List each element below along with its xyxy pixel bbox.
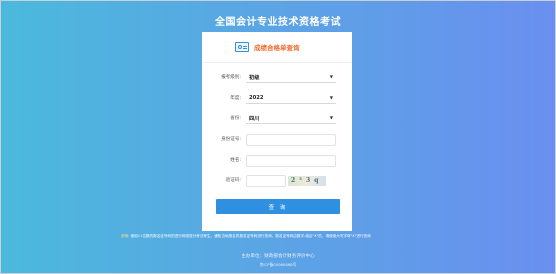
name-input[interactable] bbox=[246, 155, 336, 167]
footer-icp: 京ICP备05060868号 bbox=[259, 262, 297, 267]
notice-text: 使用11位数的报名证号码的进行网络查分考试考生，通知当地报名的报名证号码进行查询… bbox=[130, 234, 371, 238]
year-select[interactable]: 2022 ▼ bbox=[246, 93, 336, 104]
chevron-down-icon: ▼ bbox=[329, 115, 333, 120]
card-header: 成绩合格单查询 bbox=[202, 32, 352, 63]
chevron-down-icon: ▼ bbox=[329, 74, 333, 79]
notice: 说明: 使用11位数的报名证号码的进行网络查分考试考生，通知当地报名的报名证号码… bbox=[121, 234, 371, 239]
level-label: 报考级别: bbox=[221, 75, 241, 80]
page-title: 全国会计专业技术资格考试 bbox=[215, 17, 341, 28]
year-row: 年度: 2022 ▼ bbox=[202, 93, 352, 105]
id-card-icon bbox=[235, 42, 249, 52]
province-select[interactable]: 四川 ▼ bbox=[246, 113, 336, 124]
captcha-row: 验证码: 2 ⁵ 3 q bbox=[202, 175, 352, 187]
notice-label: 说明: bbox=[121, 234, 130, 238]
chevron-down-icon: ▼ bbox=[329, 95, 333, 100]
province-value: 四川 bbox=[249, 116, 260, 122]
level-select[interactable]: 初级 ▼ bbox=[246, 72, 336, 83]
footer-org: 主办单位：财政部会计财务评价中心 bbox=[241, 254, 315, 259]
level-row: 报考级别: 初级 ▼ bbox=[202, 72, 352, 84]
captcha-image[interactable]: 2 ⁵ 3 q bbox=[288, 176, 326, 186]
name-row: 姓名: bbox=[202, 155, 352, 167]
name-label: 姓名: bbox=[230, 158, 241, 163]
captcha-input[interactable] bbox=[246, 175, 286, 187]
query-card: 成绩合格单查询 报考级别: 初级 ▼ 年度: 2022 ▼ 省份: 四川 ▼ 身… bbox=[202, 32, 352, 231]
id-number-row: 身份证号: bbox=[202, 134, 352, 146]
id-number-label: 身份证号: bbox=[221, 137, 241, 142]
year-value: 2022 bbox=[249, 95, 264, 101]
year-label: 年度: bbox=[230, 96, 241, 101]
province-row: 省份: 四川 ▼ bbox=[202, 113, 352, 125]
card-title: 成绩合格单查询 bbox=[254, 44, 300, 52]
province-label: 省份: bbox=[230, 116, 241, 121]
captcha-text: 2 ⁵ 3 q bbox=[291, 177, 320, 184]
level-value: 初级 bbox=[249, 75, 260, 81]
captcha-label: 验证码: bbox=[225, 178, 241, 183]
id-number-input[interactable] bbox=[246, 134, 336, 146]
query-button[interactable]: 查 询 bbox=[216, 199, 340, 214]
